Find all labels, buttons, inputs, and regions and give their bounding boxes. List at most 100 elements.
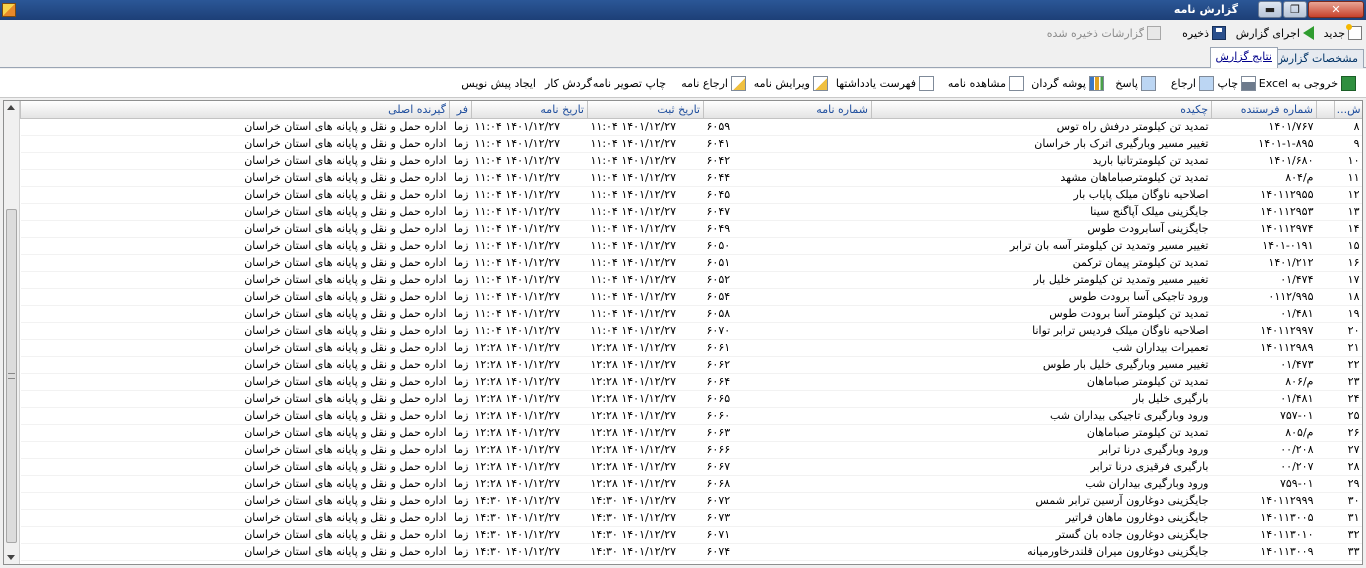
main-recipient-cell: اداره حمل و نقل و پایانه های استان خراسا… [20, 390, 450, 408]
sender-number-cell: م/۸۰۵ [1211, 424, 1317, 442]
scroll-down-icon[interactable] [7, 555, 15, 560]
excel-icon [1341, 76, 1356, 91]
table-row[interactable]: ۳۰ ۱۴۰۱۱۲۹۹۹ جایگزینی دوغارون آرسین ترابر … [20, 492, 1362, 510]
letter-number-cell: ۶۰۵۹ [703, 118, 872, 136]
notes-list-button[interactable]: فهرست یادداشتها [836, 75, 934, 92]
minimize-button[interactable]: ▬ [1258, 1, 1282, 18]
sender-cell: زما [449, 339, 472, 357]
view-letter-button[interactable]: مشاهده نامه [948, 75, 1024, 92]
table-row[interactable]: ۱۵ ۱۴۰۱-۰۱۹۱ تغییر مسیر وتمدید تن کیلومتر … [20, 237, 1362, 255]
blank-cell [1316, 254, 1335, 272]
blank-cell [1316, 152, 1335, 170]
main-recipient-cell: اداره حمل و نقل و پایانه های استان خراسا… [20, 373, 450, 391]
print-button[interactable]: چاپ [1217, 75, 1256, 92]
scroll-up-icon[interactable] [7, 105, 15, 110]
table-row[interactable]: ۲۴ ۰۱/۴۸۱ بارگیری خلیل بار ۶۰۶۵ ۱۴۰۱/۱۲/۲۷ ۱… [20, 390, 1362, 408]
table-row[interactable]: ۹ ۱۴۰۱-۱-۸۹۵ تغییر مسیر وبارگیری اترک بار … [20, 135, 1362, 153]
window-title: گزارش نامه [1173, 3, 1238, 16]
sender-cell: زما [449, 220, 472, 238]
table-row[interactable]: ۱۶ ۱۴۰۱/۲۱۲ تمدید تن کیلومتر پیمان ترکمن ۶۰… [20, 254, 1362, 272]
maximize-button[interactable]: ❐ [1283, 1, 1307, 18]
register-date-cell: ۱۴۰۱/۱۲/۲۷ ۱۴:۳۰ [587, 526, 704, 544]
table-row[interactable]: ۲۱ ۱۴۰۱۱۲۹۸۹ تعمیرات بیداران شب ۶۰۶۱ ۱۴۰۱/۱۲… [20, 339, 1362, 357]
saved-reports-button[interactable]: گزارشات ذخیره شده [1047, 24, 1161, 42]
refer-button[interactable]: ارجاع [1171, 75, 1214, 92]
vertical-scrollbar[interactable] [4, 101, 20, 564]
register-date-cell: ۱۴۰۱/۱۲/۲۷ ۱۱:۰۴ [587, 220, 704, 238]
create-draft-button[interactable]: ایجاد پیش نویس [461, 75, 536, 92]
table-row[interactable]: ۱۱ م/۸۰۴ تمدید تن کیلومترصباماهان مشهد ۶۰۴۴… [20, 169, 1362, 187]
letter-number-cell: ۶۰۶۴ [703, 373, 872, 391]
summary-cell: ورود تاجیکی آسا برودت طوس [871, 288, 1212, 306]
blank-cell [1316, 305, 1335, 323]
table-row[interactable]: ۲۶ م/۸۰۵ تمدید تن کیلومتر صباماهان ۶۰۶۳ ۱۴۰۱… [20, 424, 1362, 442]
tab-report-settings[interactable]: مشخصات گزارش [1269, 49, 1364, 68]
column-header-register-date[interactable]: تاریخ ثبت [587, 101, 704, 119]
sender-cell: زما [449, 254, 472, 272]
column-header-sender[interactable]: فر [449, 101, 472, 119]
table-row[interactable]: ۱۲ ۱۴۰۱۱۲۹۵۵ اصلاحیه ناوگان میلک پایاب بار… [20, 186, 1362, 204]
column-header-sender-number[interactable]: شماره فرستنده [1211, 101, 1317, 119]
refer-letter-button[interactable]: ارجاع نامه [681, 75, 746, 92]
sender-number-cell: ۱۴۰۱۱۲۹۹۹ [1211, 492, 1317, 510]
edit-letter-button[interactable]: ویرایش نامه [754, 75, 828, 92]
table-row[interactable]: ۲۲ ۰۱/۴۷۳ تغییر مسیر وبارگیری خلیل بار طوس… [20, 356, 1362, 374]
run-report-button[interactable]: اجرای گزارش [1236, 24, 1314, 42]
table-row[interactable]: ۱۳ ۱۴۰۱۱۲۹۵۳ جایگزینی میلک آپاگنج سینا ۶۰۴۷… [20, 203, 1362, 221]
table-row[interactable]: ۸ ۱۴۰۱/۷۶۷ تمدید تن کیلومتر درفش راه توس ۶۰… [20, 118, 1362, 136]
folder-rotation-button[interactable]: پوشه گردان [1031, 75, 1104, 92]
new-button[interactable]: جدید [1324, 24, 1362, 42]
table-row[interactable]: ۱۴ ۱۴۰۱۱۲۹۷۴ جایگزینی آسابرودت طوس ۶۰۴۹ ۱۴۰۱… [20, 220, 1362, 238]
column-header-row-number[interactable]: ش... [1334, 101, 1362, 119]
sender-number-cell: ۱۴۰۱-۰۱۹۱ [1211, 237, 1317, 255]
table-row[interactable]: ۲۸ ۰۰/۲۰۷ بارگیری فرقیزی درنا ترابر ۶۰۶۷ ۱۴۰… [20, 458, 1362, 476]
table-row[interactable]: ۲۳ م/۸۰۶ تمدید تن کیلومتر صباماهان ۶۰۶۴ ۱۴۰۱… [20, 373, 1362, 391]
table-row[interactable]: ۲۰ ۱۴۰۱۱۲۹۹۷ اصلاحیه ناوگان میلک فردیس ترا… [20, 322, 1362, 340]
row-number-cell: ۳۳ [1334, 543, 1362, 561]
letter-date-cell: ۱۴۰۱/۱۲/۲۷ ۱۱:۰۴ [471, 271, 588, 289]
table-row[interactable]: ۱۹ ۰۱/۴۸۱ تمدید تن کیلومتر آسا برودت طوس ۶۰… [20, 305, 1362, 323]
new-file-icon [1346, 24, 1362, 40]
sender-cell: زما [449, 526, 472, 544]
table-row[interactable]: ۲۷ ۰۰/۲۰۸ ورود وبارگیری درنا ترابر ۶۰۶۶ ۱۴۰۱… [20, 441, 1362, 459]
export-excel-button[interactable]: خروجی به Excel [1259, 75, 1356, 92]
table-row[interactable]: ۲۵ ۷۵۷-۰۱ ورود وبارگیری تاجیکی بیداران شب ۶… [20, 407, 1362, 425]
reply-button[interactable]: پاسخ [1115, 75, 1156, 92]
scroll-thumb[interactable] [6, 209, 17, 543]
column-header-main-recipient[interactable]: گیرنده اصلی [20, 101, 450, 119]
letter-date-cell: ۱۴۰۱/۱۲/۲۷ ۱۲:۲۸ [471, 475, 588, 493]
sender-cell: زما [449, 322, 472, 340]
results-grid[interactable]: ش... شماره فرستنده چکیده شماره نامه تاری… [3, 100, 1363, 565]
saved-reports-icon [1147, 26, 1161, 40]
column-header-summary[interactable]: چکیده [871, 101, 1212, 119]
table-row[interactable]: ۱۷ ۰۱/۴۷۴ تغییر مسیر وتمدید تن کیلومتر خلی… [20, 271, 1362, 289]
print-letter-image-button[interactable]: چاپ تصویر نامه [593, 75, 666, 92]
table-row[interactable]: ۱۰ ۱۴۰۱/۶۸۰ تمدید تن کیلومترتانیا بارید ۶۰۴… [20, 152, 1362, 170]
register-date-cell: ۱۴۰۱/۱۲/۲۷ ۱۱:۰۴ [587, 152, 704, 170]
edit-letter-icon [813, 76, 828, 91]
letter-date-cell: ۱۴۰۱/۱۲/۲۷ ۱۱:۰۴ [471, 135, 588, 153]
column-header-letter-number[interactable]: شماره نامه [703, 101, 872, 119]
save-button[interactable]: ذخیره [1182, 24, 1226, 42]
column-header-letter-date[interactable]: تاریخ نامه [471, 101, 588, 119]
letter-date-cell: ۱۴۰۱/۱۲/۲۷ ۱۲:۲۸ [471, 424, 588, 442]
blank-cell [1316, 135, 1335, 153]
report-toolbar: جدید اجرای گزارش ذخیره گزارشات ذخیره شده [0, 21, 1366, 45]
letter-date-cell: ۱۴۰۱/۱۲/۲۷ ۱۱:۰۴ [471, 237, 588, 255]
table-row[interactable]: ۳۱ ۱۴۰۱۱۳۰۰۵ جایگزینی دوغارون ماهان فراتیر… [20, 509, 1362, 527]
letter-date-cell: ۱۴۰۱/۱۲/۲۷ ۱۱:۰۴ [471, 288, 588, 306]
main-recipient-cell: اداره حمل و نقل و پایانه های استان خراسا… [20, 441, 450, 459]
table-row[interactable]: ۲۹ ۷۵۹-۰۱ ورود وبارگیری بیداران شب ۶۰۶۸ ۱۴۰۱… [20, 475, 1362, 493]
table-row[interactable]: ۳۳ ۱۴۰۱۱۳۰۰۹ جایگزینی دوغارون میران قلندرخ… [20, 543, 1362, 561]
workflow-button[interactable]: گردش کار [545, 75, 592, 92]
main-recipient-cell: اداره حمل و نقل و پایانه های استان خراسا… [20, 254, 450, 272]
register-date-cell: ۱۴۰۱/۱۲/۲۷ ۱۱:۰۴ [587, 237, 704, 255]
letter-number-cell: ۶۰۴۲ [703, 152, 872, 170]
sender-cell: زما [449, 458, 472, 476]
close-button[interactable]: ✕ [1308, 1, 1364, 18]
table-row[interactable]: ۳۲ ۱۴۰۱۱۳۰۱۰ جایگزینی دوغارون جاده بان گست… [20, 526, 1362, 544]
column-header-blank[interactable] [1316, 101, 1335, 119]
table-row[interactable]: ۱۸ ۰۱۱۲/۹۹۵ ورود تاجیکی آسا برودت طوس ۶۰۵۴ ۱… [20, 288, 1362, 306]
sender-number-cell: ۱۴۰۱۱۳۰۰۵ [1211, 509, 1317, 527]
tab-report-results[interactable]: نتایج گزارش [1209, 47, 1278, 68]
